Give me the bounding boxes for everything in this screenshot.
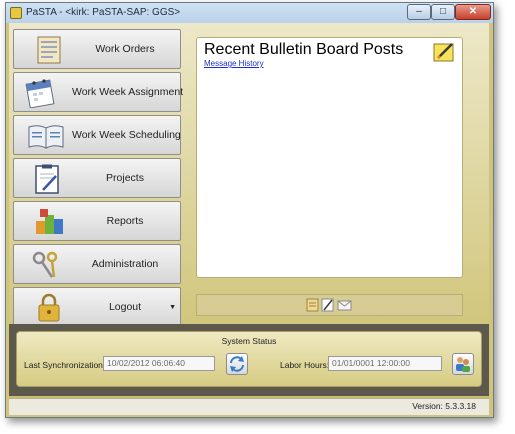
version-label: Version: 5.3.3.18	[412, 401, 476, 411]
app-icon	[10, 7, 22, 19]
nav-label: Projects	[106, 172, 144, 184]
nav-logout-button[interactable]: Logout ▼	[13, 287, 181, 327]
clipboard-pen-icon	[35, 164, 59, 194]
message-action-bar	[196, 294, 463, 316]
close-button[interactable]: ✕	[455, 4, 491, 20]
status-footer: Version: 5.3.3.18	[9, 398, 489, 415]
users-icon	[456, 357, 470, 372]
bulletin-title: Recent Bulletin Board Posts	[204, 41, 404, 58]
nav-label: Reports	[106, 215, 144, 227]
nav-projects-button[interactable]: Projects	[13, 158, 181, 198]
padlock-icon	[38, 293, 60, 322]
users-button[interactable]	[452, 353, 474, 375]
window-title: PaSTA - <kirk: PaSTA-SAP: GGS>	[26, 7, 181, 18]
open-book-icon	[28, 125, 64, 149]
calendar-icon	[25, 79, 55, 108]
nav-label: Work Orders	[95, 43, 155, 55]
last-sync-field[interactable]: 10/02/2012 06:06:40	[103, 356, 215, 371]
message-history-link[interactable]: Message History	[204, 59, 264, 68]
bulletin-board-panel: Recent Bulletin Board Posts Message Hist…	[196, 37, 463, 278]
minimize-button[interactable]: –	[407, 4, 431, 20]
app-window: PaSTA - <kirk: PaSTA-SAP: GGS> – □ ✕ Wor…	[5, 2, 494, 418]
notes-icon[interactable]	[306, 298, 319, 312]
nav-label: Administration	[91, 258, 159, 270]
system-status-panel: System Status Last Synchronization: 10/0…	[16, 331, 482, 387]
labor-hours-label: Labor Hours:	[280, 360, 330, 370]
refresh-icon	[230, 356, 244, 372]
nav-work-orders-button[interactable]: Work Orders	[13, 29, 181, 69]
clipboard-list-icon	[37, 36, 61, 64]
labor-hours-field[interactable]: 01/01/0001 12:00:00	[328, 356, 442, 371]
chevron-down-icon[interactable]: ▼	[169, 304, 176, 311]
note-pencil-icon[interactable]	[432, 41, 456, 63]
nav-label: Work Week Assignment	[72, 86, 184, 98]
main-content: Work Orders Work Week Assignment Work We…	[9, 23, 489, 415]
nav-work-week-assignment-button[interactable]: Work Week Assignment	[13, 72, 184, 112]
maximize-button[interactable]: □	[431, 4, 455, 20]
envelope-icon[interactable]	[337, 298, 352, 312]
nav-label: Logout	[108, 301, 142, 313]
title-bar[interactable]: PaSTA - <kirk: PaSTA-SAP: GGS> – □ ✕	[6, 3, 493, 23]
colored-blocks-icon	[36, 209, 63, 234]
last-sync-label: Last Synchronization:	[24, 360, 106, 370]
sync-button[interactable]	[226, 353, 248, 375]
nav-reports-button[interactable]: Reports	[13, 201, 181, 241]
nav-administration-button[interactable]: Administration	[13, 244, 181, 284]
nav-label: Work Week Scheduling	[72, 129, 181, 141]
keys-icon	[32, 251, 58, 278]
nav-work-week-scheduling-button[interactable]: Work Week Scheduling	[13, 115, 181, 155]
paper-pen-icon[interactable]	[321, 298, 334, 312]
status-header: System Status	[221, 336, 277, 346]
